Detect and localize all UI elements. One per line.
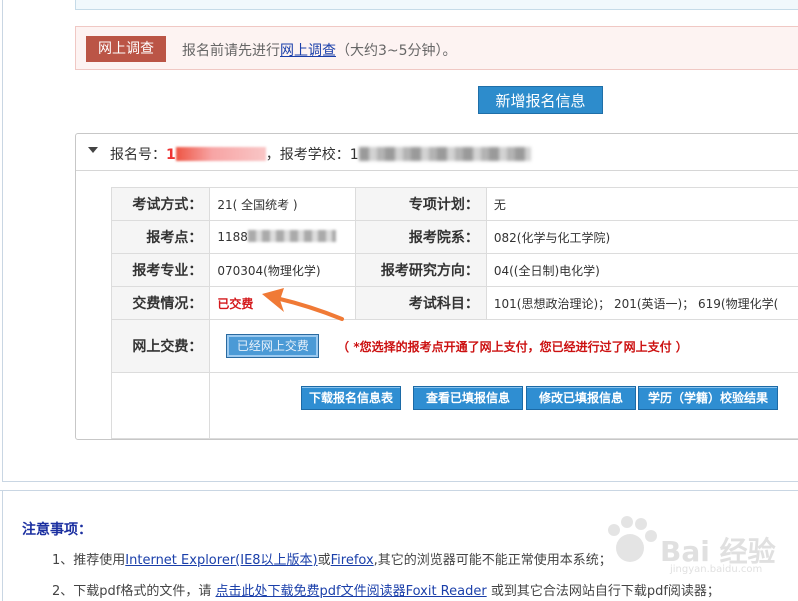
foxit-link[interactable]: 点击此处下载免费pdf文件阅读器Foxit Reader — [215, 584, 486, 599]
note-browser: 1、推荐使用Internet Explorer(IE8以上版本)或Firefox… — [52, 553, 612, 568]
note-pdf: 2、下载pdf格式的文件，请 点击此处下载免费pdf文件阅读器Foxit Rea… — [52, 584, 720, 599]
notes-title: 注意事项： — [22, 522, 92, 538]
paw-icon — [608, 516, 657, 562]
ie-link[interactable]: Internet Explorer(IE8以上版本) — [125, 553, 317, 568]
watermark-sub: jingyan.baidu.com — [670, 564, 763, 575]
baidu-watermark: Bai 经验 jingyan.baidu.com — [600, 512, 780, 575]
firefox-link[interactable]: Firefox — [331, 553, 374, 568]
